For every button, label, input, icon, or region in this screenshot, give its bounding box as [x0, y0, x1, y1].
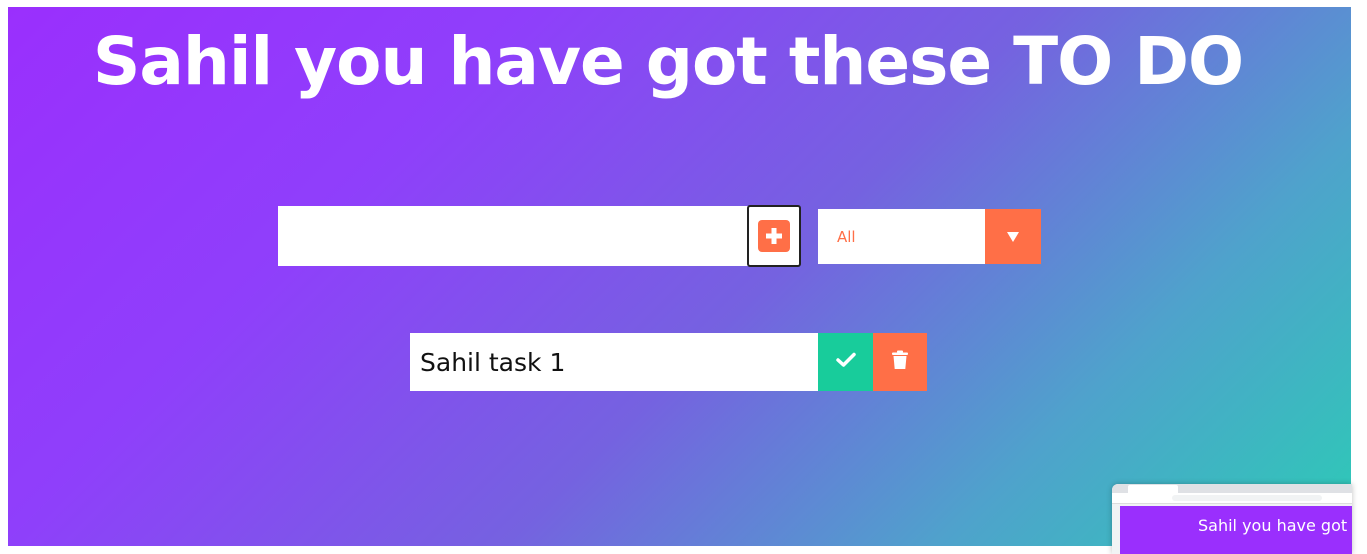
- todo-app: Sahil you have got these TO DO All Sahil…: [8, 7, 1351, 546]
- plus-square-icon: [758, 220, 790, 252]
- todo-item-text: Sahil task 1: [410, 333, 818, 391]
- add-todo-button[interactable]: [747, 205, 801, 267]
- preview-tab: [1128, 485, 1178, 493]
- trash-icon: [891, 350, 909, 374]
- preview-page-title: Sahil you have got: [1198, 516, 1348, 535]
- filter-select[interactable]: All: [818, 209, 1041, 264]
- preview-address-bar: [1112, 493, 1352, 504]
- complete-todo-button[interactable]: [818, 333, 873, 391]
- window-preview-thumbnail[interactable]: Sahil you have got: [1112, 484, 1352, 554]
- preview-page: Sahil you have got: [1120, 506, 1352, 554]
- todo-item: Sahil task 1: [410, 333, 927, 391]
- todo-input[interactable]: [278, 206, 748, 266]
- preview-url-field: [1172, 495, 1322, 501]
- check-icon: [835, 352, 856, 372]
- caret-down-icon[interactable]: [985, 209, 1041, 264]
- delete-todo-button[interactable]: [873, 333, 927, 391]
- page-title: Sahil you have got these TO DO: [92, 23, 1244, 100]
- preview-tab-bar: [1112, 484, 1352, 493]
- filter-selected-value: All: [837, 227, 856, 246]
